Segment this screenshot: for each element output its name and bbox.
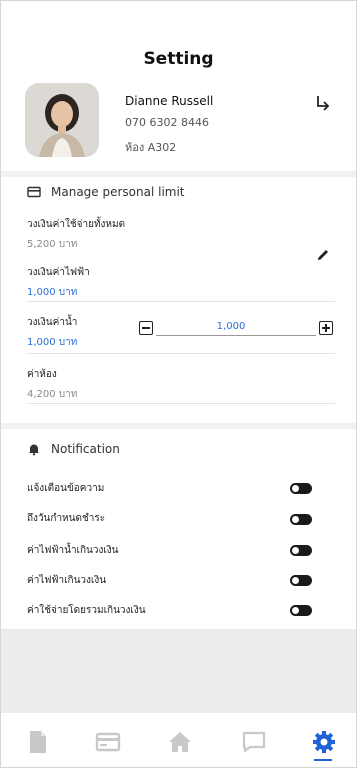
limit-value: 5,200 บาท (27, 239, 78, 250)
limit-section-title: Manage personal limit (51, 185, 185, 199)
section-divider (1, 423, 356, 429)
empty-area (1, 629, 356, 713)
avatar-photo (25, 83, 99, 157)
profile-name: Dianne Russell (125, 94, 214, 108)
settings-icon[interactable] (311, 729, 337, 755)
notification-utility-toggle[interactable] (290, 545, 312, 556)
limit-label: ค่าห้อง (27, 369, 57, 380)
water-limit-value[interactable]: 1,000 (201, 321, 261, 332)
home-icon[interactable] (167, 729, 193, 755)
active-tab-indicator (314, 759, 332, 761)
notification-electric-toggle[interactable] (290, 575, 312, 586)
limit-value: 1,000 บาท (27, 337, 78, 348)
limit-electric: วงเงินค่าไฟฟ้า 1,000 บาท (27, 265, 335, 300)
bottom-nav (1, 713, 356, 767)
limit-water: วงเงินค่าน้ำ 1,000 บาท (27, 315, 335, 350)
notification-message-toggle[interactable] (290, 483, 312, 494)
limit-label: วงเงินค่าน้ำ (27, 317, 78, 328)
notification-due-label: ถึงวันกำหนดชำระ (27, 513, 106, 524)
page-title: Setting (143, 49, 214, 69)
card-icon (27, 185, 41, 199)
row-divider (27, 353, 335, 354)
water-limit-slider[interactable] (156, 335, 316, 336)
decrease-button[interactable] (139, 321, 153, 335)
limit-value: 1,000 บาท (27, 287, 78, 298)
limit-value: 4,200 บาท (27, 389, 78, 400)
notification-utility-label: ค่าไฟฟ้าน้ำเกินวงเงิน (27, 545, 119, 556)
card-icon[interactable] (95, 729, 121, 755)
notification-section-title: Notification (51, 442, 120, 456)
limit-room: ค่าห้อง 4,200 บาท (27, 367, 335, 402)
chat-icon[interactable] (241, 729, 267, 755)
limit-label: วงเงินค่าไฟฟ้า (27, 267, 90, 278)
logout-icon[interactable] (313, 93, 333, 113)
limit-section-header: Manage personal limit (27, 185, 185, 199)
section-divider (1, 171, 356, 177)
notification-due-toggle[interactable] (290, 514, 312, 525)
row-divider (27, 301, 335, 302)
settings-screen: Setting Dianne Russell 070 6302 8446 ห้อ… (0, 0, 357, 768)
notification-electric-label: ค่าไฟฟ้าเกินวงเงิน (27, 575, 107, 586)
notification-total-label: ค่าใช้จ่ายโดยรวมเกินวงเงิน (27, 605, 146, 616)
profile-room: ห้อง A302 (125, 141, 177, 154)
avatar (25, 83, 99, 157)
notification-total-toggle[interactable] (290, 605, 312, 616)
increase-button[interactable] (319, 321, 333, 335)
notification-message-label: แจ้งเตือนข้อความ (27, 483, 105, 494)
bell-icon (27, 442, 41, 456)
limit-label: วงเงินค่าใช้จ่ายทั้งหมด (27, 219, 126, 230)
row-divider (27, 403, 335, 404)
notification-section-header: Notification (27, 442, 120, 456)
limit-total: วงเงินค่าใช้จ่ายทั้งหมด 5,200 บาท (27, 217, 335, 252)
document-icon[interactable] (25, 729, 51, 755)
edit-icon[interactable] (315, 247, 331, 263)
profile-phone: 070 6302 8446 (125, 116, 209, 129)
